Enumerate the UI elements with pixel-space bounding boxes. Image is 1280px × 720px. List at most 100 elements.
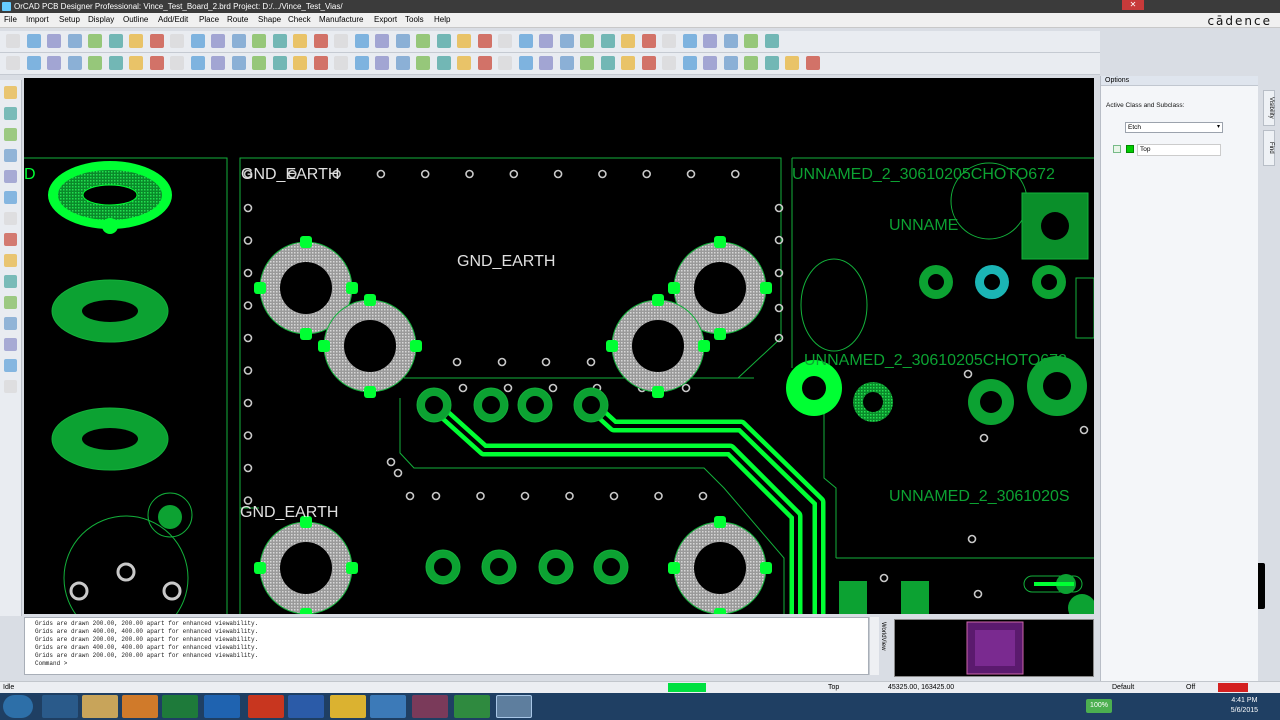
toolbar-button[interactable] bbox=[559, 56, 574, 70]
menu-shape[interactable]: Shape bbox=[258, 15, 281, 24]
toolbar-button[interactable] bbox=[764, 34, 779, 48]
menu-display[interactable]: Display bbox=[88, 15, 114, 24]
start-button[interactable] bbox=[3, 695, 33, 718]
tool-button[interactable] bbox=[4, 317, 17, 330]
tool-button[interactable] bbox=[4, 191, 17, 204]
tool-button[interactable] bbox=[4, 254, 17, 267]
toolbar-button[interactable] bbox=[6, 34, 20, 48]
toolbar-button[interactable] bbox=[108, 34, 123, 48]
toolbar-button[interactable] bbox=[293, 34, 307, 48]
cadence-icon[interactable] bbox=[454, 695, 490, 718]
powerpoint-icon[interactable] bbox=[248, 695, 284, 718]
toolbar-button[interactable] bbox=[170, 56, 184, 70]
command-prompt[interactable]: Command > bbox=[35, 660, 67, 667]
toolbar-button[interactable] bbox=[47, 34, 61, 48]
toolbar-button[interactable] bbox=[703, 34, 717, 48]
toolbar-button[interactable] bbox=[354, 56, 369, 70]
menu-add-edit[interactable]: Add/Edit bbox=[158, 15, 188, 24]
menu-setup[interactable]: Setup bbox=[59, 15, 80, 24]
orcad-capture-icon[interactable] bbox=[412, 695, 448, 718]
toolbar-button[interactable] bbox=[457, 56, 471, 70]
explorer-icon[interactable] bbox=[82, 695, 118, 718]
toolbar-button[interactable] bbox=[211, 56, 225, 70]
toolbar-button[interactable] bbox=[211, 34, 225, 48]
toolbar-button[interactable] bbox=[170, 34, 184, 48]
toolbar-button[interactable] bbox=[785, 56, 799, 70]
menu-file[interactable]: File bbox=[4, 15, 17, 24]
toolbar-button[interactable] bbox=[703, 56, 717, 70]
toolbar-button[interactable] bbox=[498, 56, 512, 70]
toolbar-button[interactable] bbox=[723, 34, 738, 48]
toolbar-button[interactable] bbox=[26, 34, 41, 48]
toolbar-button[interactable] bbox=[354, 34, 369, 48]
toolbar-button[interactable] bbox=[6, 56, 20, 70]
toolbar-button[interactable] bbox=[88, 56, 102, 70]
toolbar-button[interactable] bbox=[67, 34, 82, 48]
tool-button[interactable] bbox=[4, 338, 17, 351]
tool-button[interactable] bbox=[4, 86, 17, 99]
subclass-color-swatch[interactable] bbox=[1126, 145, 1134, 153]
menu-outline[interactable]: Outline bbox=[123, 15, 148, 24]
pcb-editor-icon[interactable] bbox=[496, 695, 532, 718]
toolbar-button[interactable] bbox=[231, 56, 246, 70]
media-icon[interactable] bbox=[122, 695, 158, 718]
tool-button[interactable] bbox=[4, 275, 17, 288]
subclass-row[interactable]: Top bbox=[1113, 144, 1223, 156]
tab-visibility[interactable]: Visibility bbox=[1263, 90, 1275, 126]
toolbar-button[interactable] bbox=[457, 34, 471, 48]
toolbar-button[interactable] bbox=[477, 56, 492, 70]
toolbar-button[interactable] bbox=[313, 56, 328, 70]
toolbar-button[interactable] bbox=[805, 56, 820, 70]
tool-button[interactable] bbox=[4, 359, 17, 372]
menu-import[interactable]: Import bbox=[26, 15, 49, 24]
toolbar-button[interactable] bbox=[272, 34, 287, 48]
toolbar-button[interactable] bbox=[26, 56, 41, 70]
subclass-checkbox[interactable] bbox=[1113, 145, 1121, 153]
toolbar-button[interactable] bbox=[252, 56, 266, 70]
toolbar-button[interactable] bbox=[723, 56, 738, 70]
toolbar-button[interactable] bbox=[641, 56, 656, 70]
design-canvas[interactable]: D GND_EARTH GND_EARTH GND_EARTH UNNAMED_… bbox=[24, 78, 1094, 614]
menu-place[interactable]: Place bbox=[199, 15, 219, 24]
toolbar-button[interactable] bbox=[518, 56, 533, 70]
toolbar-button[interactable] bbox=[621, 56, 635, 70]
word-icon[interactable] bbox=[288, 695, 324, 718]
tool-button[interactable] bbox=[4, 170, 17, 183]
tool-button[interactable] bbox=[4, 212, 17, 225]
toolbar-button[interactable] bbox=[498, 34, 512, 48]
toolbar-button[interactable] bbox=[334, 56, 348, 70]
toolbar-button[interactable] bbox=[375, 56, 389, 70]
toolbar-button[interactable] bbox=[375, 34, 389, 48]
toolbar-button[interactable] bbox=[149, 34, 164, 48]
system-clock[interactable]: 4:41 PM 5/6/2015 bbox=[1231, 696, 1258, 716]
toolbar-button[interactable] bbox=[744, 56, 758, 70]
menu-route[interactable]: Route bbox=[227, 15, 248, 24]
toolbar-button[interactable] bbox=[539, 34, 553, 48]
menu-help[interactable]: Help bbox=[434, 15, 450, 24]
toolbar-button[interactable] bbox=[108, 56, 123, 70]
toolbar-button[interactable] bbox=[252, 34, 266, 48]
toolbar-button[interactable] bbox=[416, 56, 430, 70]
toolbar-button[interactable] bbox=[416, 34, 430, 48]
lync-icon[interactable] bbox=[370, 695, 406, 718]
toolbar-button[interactable] bbox=[272, 56, 287, 70]
toolbar-button[interactable] bbox=[662, 56, 676, 70]
toolbar-button[interactable] bbox=[539, 56, 553, 70]
ie-icon[interactable] bbox=[42, 695, 78, 718]
toolbar-button[interactable] bbox=[559, 34, 574, 48]
toolbar-button[interactable] bbox=[231, 34, 246, 48]
toolbar-button[interactable] bbox=[600, 56, 615, 70]
toolbar-button[interactable] bbox=[436, 34, 451, 48]
toolbar-button[interactable] bbox=[764, 56, 779, 70]
outlook-icon[interactable] bbox=[204, 695, 240, 718]
toolbar-button[interactable] bbox=[662, 34, 676, 48]
toolbar-button[interactable] bbox=[190, 34, 205, 48]
toolbar-button[interactable] bbox=[682, 56, 697, 70]
tool-button[interactable] bbox=[4, 128, 17, 141]
toolbar-button[interactable] bbox=[477, 34, 492, 48]
command-console[interactable]: Grids are drawn 200.00, 200.00 apart for… bbox=[24, 617, 869, 675]
console-scrollbar[interactable] bbox=[869, 617, 879, 675]
toolbar-button[interactable] bbox=[190, 56, 205, 70]
tool-button[interactable] bbox=[4, 380, 17, 393]
subclass-select[interactable]: Top bbox=[1137, 144, 1221, 156]
